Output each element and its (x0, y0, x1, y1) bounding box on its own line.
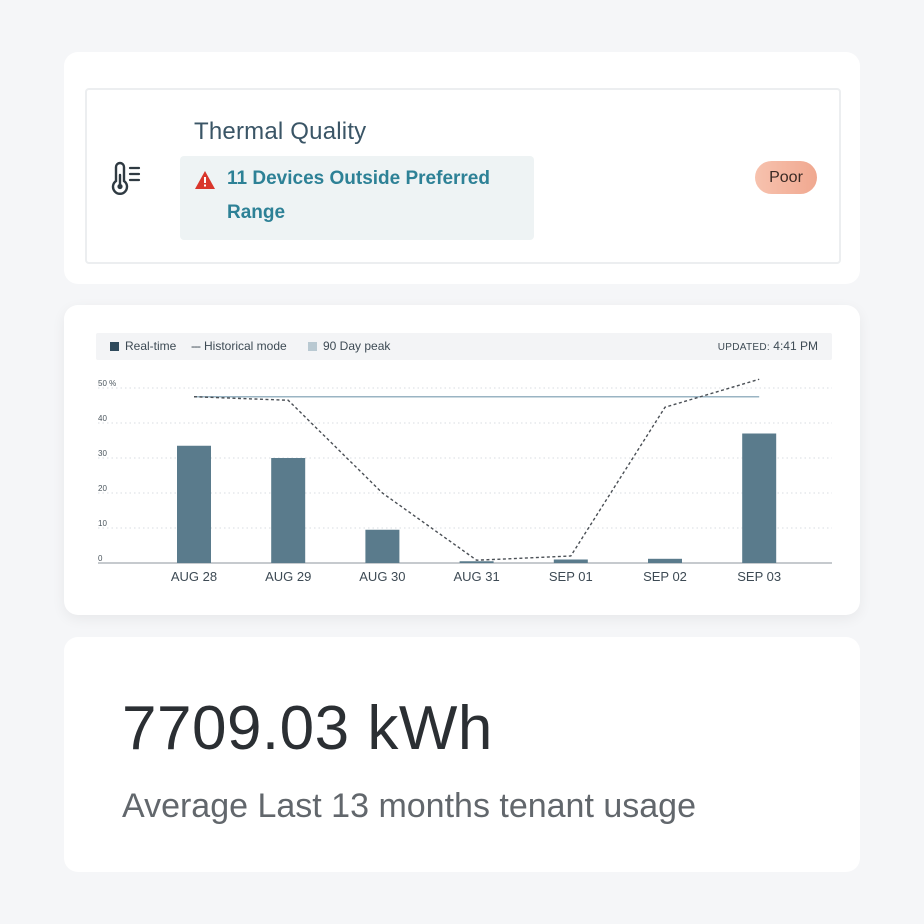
warning-triangle-icon (195, 171, 215, 189)
legend-historical-label: Historical mode (204, 339, 287, 353)
y-tick-label: 0 (98, 554, 103, 563)
chart-legend: Real-time --- Historical mode 90 Day peak… (96, 333, 832, 360)
x-tick-label: AUG 29 (265, 569, 311, 584)
x-tick-label: AUG 28 (171, 569, 217, 584)
status-badge: Poor (755, 161, 817, 194)
thermal-quality-panel[interactable]: Thermal Quality 11 Devices Outside Prefe… (85, 88, 841, 264)
legend-realtime-swatch (110, 342, 119, 351)
thermal-quality-title: Thermal Quality (194, 118, 367, 145)
y-tick-label: 30 (98, 449, 107, 458)
legend-peak-swatch (308, 342, 317, 351)
bar (648, 558, 682, 563)
bar (553, 559, 588, 563)
y-tick-label: 20 (98, 484, 107, 493)
updated-time: 4:41 PM (773, 339, 818, 353)
x-tick-label: AUG 31 (453, 569, 499, 584)
bar (742, 433, 777, 563)
usage-label: Average Last 13 months tenant usage (122, 787, 696, 825)
x-tick-label: SEP 02 (643, 569, 687, 584)
usage-value: 7709.03 kWh (122, 694, 493, 763)
bar (459, 561, 494, 563)
x-tick-label: SEP 03 (737, 569, 781, 584)
devices-alert-text: 11 Devices Outside Preferred Range (227, 168, 490, 223)
legend-historical-swatch: --- (191, 339, 201, 353)
bar (271, 458, 306, 563)
thermal-quality-card: Thermal Quality 11 Devices Outside Prefe… (64, 52, 860, 284)
legend-peak[interactable]: 90 Day peak (308, 333, 390, 360)
bar (177, 445, 211, 563)
x-tick-label: SEP 01 (549, 569, 593, 584)
devices-alert[interactable]: 11 Devices Outside Preferred Range (180, 156, 534, 240)
usage-chart-card: 0 10 20 30 40 50 % AUG 28 AUG 29 AUG 30 AUG 31 SEP… (64, 305, 860, 615)
thermometer-icon (111, 161, 141, 195)
bar (365, 529, 400, 563)
updated-timestamp: UPDATED: 4:41 PM (718, 333, 818, 360)
legend-peak-label: 90 Day peak (323, 339, 391, 353)
legend-realtime-label: Real-time (125, 339, 177, 353)
updated-label: UPDATED: (717, 342, 770, 353)
y-tick-label: 10 (98, 519, 107, 528)
y-tick-label: 50 % (98, 379, 116, 388)
usage-summary-card: 7709.03 kWh Average Last 13 months tenan… (64, 637, 860, 872)
x-tick-label: AUG 30 (359, 569, 405, 584)
legend-realtime[interactable]: Real-time (110, 333, 176, 360)
legend-historical[interactable]: --- Historical mode (191, 333, 287, 360)
y-tick-label: 40 (98, 414, 107, 423)
